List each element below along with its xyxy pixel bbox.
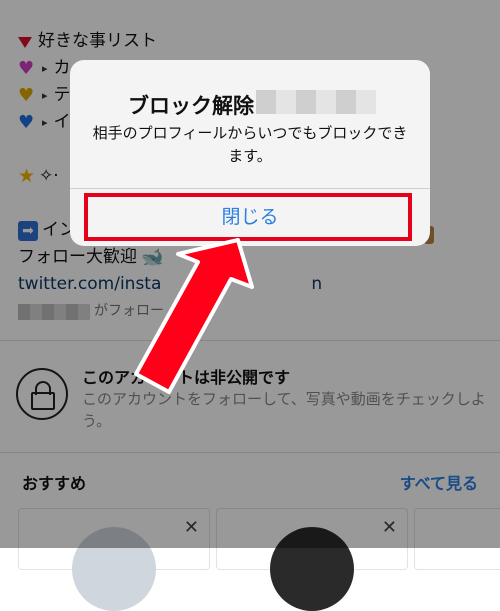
- blurred-username: [256, 90, 376, 114]
- highlight-box: [84, 193, 412, 241]
- dialog-title: ブロック解除: [128, 94, 254, 118]
- dialog-message: 相手のプロフィールからいつでもブロックできます。: [92, 124, 408, 165]
